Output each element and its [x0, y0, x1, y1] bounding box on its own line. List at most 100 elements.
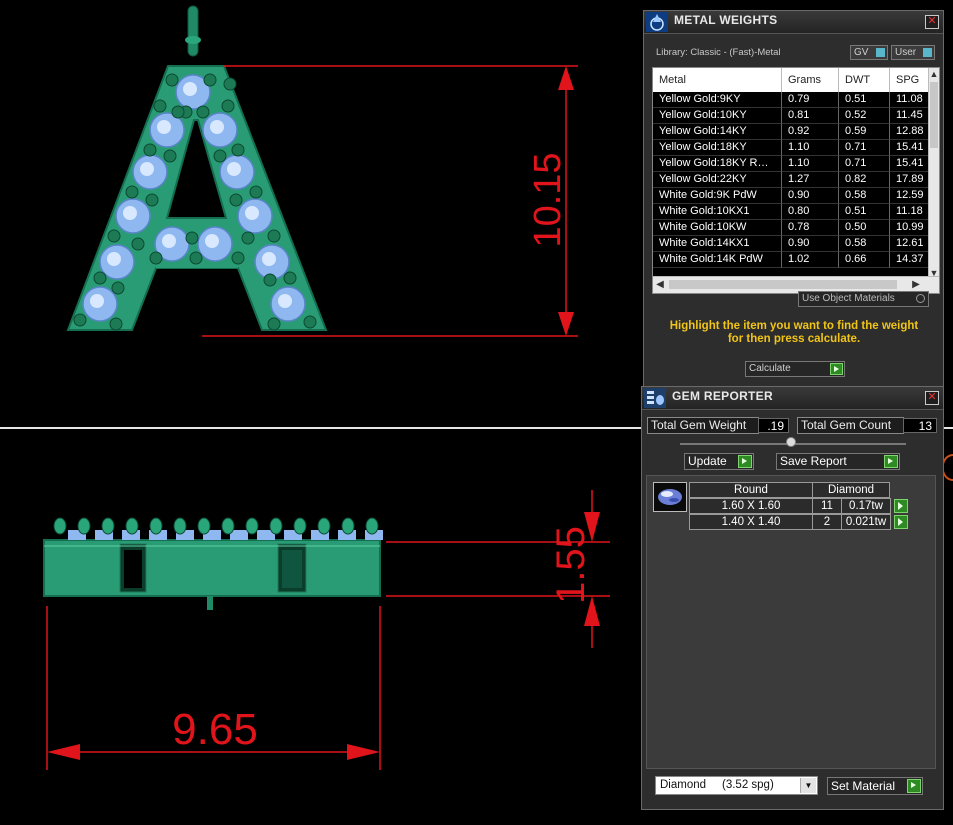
update-button[interactable]: Update: [684, 453, 754, 470]
metal-table-row[interactable]: Yellow Gold:18KY R… 1.10 0.71 15.41: [653, 156, 931, 172]
scroll-up-icon[interactable]: ▲: [929, 68, 939, 80]
prong-bead: [203, 73, 217, 87]
chevron-down-icon[interactable]: ▼: [800, 778, 816, 793]
prong-side: [101, 517, 115, 535]
gem-row-size: 1.60 X 1.60: [689, 498, 813, 514]
save-report-go-icon[interactable]: [884, 455, 898, 468]
gem-highlight: [278, 294, 292, 308]
calculate-button[interactable]: Calculate: [745, 361, 845, 377]
metal-name-cell: Yellow Gold:9KY: [653, 92, 782, 108]
grams-cell: 0.90: [782, 236, 839, 252]
instruction-text-line2: for then press calculate.: [727, 333, 861, 345]
dwt-cell: 0.52: [839, 108, 890, 124]
dwt-cell: 0.71: [839, 140, 890, 156]
prong-bead: [111, 281, 125, 295]
metal-name-cell: Yellow Gold:10KY: [653, 108, 782, 124]
gem-material-select[interactable]: Diamond (3.52 spg) ▼: [655, 776, 818, 795]
use-object-materials-radio[interactable]: [916, 294, 925, 303]
gem-reporter-titlebar[interactable]: GEM REPORTER ✕: [642, 387, 943, 410]
gem-highlight: [205, 234, 219, 248]
spg-cell: 12.61: [890, 236, 931, 252]
metal-table-row[interactable]: White Gold:14KX1 0.90 0.58 12.61: [653, 236, 931, 252]
dwt-cell: 0.51: [839, 92, 890, 108]
gem-highlight: [245, 206, 259, 220]
grams-cell: 0.81: [782, 108, 839, 124]
metal-table-vertical-scrollbar[interactable]: ▲ ▼: [928, 68, 939, 279]
set-material-go-icon[interactable]: [907, 779, 921, 793]
gv-toggle-label: GV: [854, 47, 869, 58]
metal-weights-close-button[interactable]: ✕: [925, 15, 939, 29]
metal-name-cell: White Gold:14K PdW: [653, 252, 782, 268]
gem-reporter-app-icon: [644, 388, 666, 408]
gem-reporter-slider-handle[interactable]: [786, 437, 796, 447]
metal-table-row[interactable]: Yellow Gold:18KY 1.10 0.71 15.41: [653, 140, 931, 156]
column-header-dwt[interactable]: DWT: [839, 68, 890, 92]
spg-cell: 11.18: [890, 204, 931, 220]
gv-toggle[interactable]: GV: [850, 45, 888, 60]
gem-reporter-title: GEM REPORTER: [672, 389, 773, 403]
update-button-label: Update: [688, 454, 727, 468]
metal-weights-title: METAL WEIGHTS: [674, 13, 778, 27]
prong-bead: [229, 193, 243, 207]
prong-bead: [149, 251, 163, 265]
prong-bead: [241, 231, 255, 245]
spg-cell: 12.59: [890, 188, 931, 204]
gem-reporter-panel[interactable]: GEM REPORTER ✕ Total Gem Weight .19 Tota…: [641, 386, 944, 810]
prong-bead: [231, 251, 245, 265]
prong-bead: [303, 315, 317, 329]
prong-side: [221, 517, 235, 535]
dwt-cell: 0.58: [839, 236, 890, 252]
gem-row-select-icon[interactable]: [894, 515, 908, 529]
spg-cell: 17.89: [890, 172, 931, 188]
metal-table-row[interactable]: Yellow Gold:9KY 0.79 0.51 11.08: [653, 92, 931, 108]
gem-row-weight: 0.17tw: [841, 498, 891, 514]
metal-table-row[interactable]: White Gold:10KX1 0.80 0.51 11.18: [653, 204, 931, 220]
dwt-cell: 0.82: [839, 172, 890, 188]
prong-side: [293, 517, 307, 535]
spg-cell: 15.41: [890, 156, 931, 172]
metal-weights-titlebar[interactable]: METAL WEIGHTS ✕: [644, 11, 943, 34]
user-toggle-label: User: [895, 47, 917, 58]
use-object-materials-option[interactable]: Use Object Materials: [798, 291, 929, 307]
total-gem-weight-value: .19: [758, 418, 789, 433]
gem-row-select-icon[interactable]: [894, 499, 908, 513]
prong-bead: [267, 229, 281, 243]
use-object-materials-label: Use Object Materials: [802, 293, 895, 304]
gem-shape-header: Round: [689, 482, 813, 498]
column-header-grams[interactable]: Grams: [782, 68, 839, 92]
save-report-button[interactable]: Save Report: [776, 453, 900, 470]
dwt-cell: 0.66: [839, 252, 890, 268]
metal-table-row[interactable]: Yellow Gold:10KY 0.81 0.52 11.45: [653, 108, 931, 124]
metal-table-row[interactable]: White Gold:10KW 0.78 0.50 10.99: [653, 220, 931, 236]
calculate-go-icon[interactable]: [830, 363, 843, 375]
set-material-button[interactable]: Set Material: [827, 777, 923, 795]
pendant-side-view[interactable]: [43, 539, 381, 610]
dimension-label-thickness: 1.55: [549, 526, 593, 604]
round-gem-icon: [653, 482, 687, 512]
gem-highlight: [140, 162, 154, 176]
horizontal-scroll-thumb[interactable]: [669, 280, 897, 289]
user-toggle[interactable]: User: [891, 45, 935, 60]
metal-name-cell: Yellow Gold:14KY: [653, 124, 782, 140]
metal-table-row[interactable]: Yellow Gold:14KY 0.92 0.59 12.88: [653, 124, 931, 140]
scroll-left-icon[interactable]: ◀: [653, 277, 667, 293]
metal-table-row[interactable]: White Gold:14K PdW 1.02 0.66 14.37: [653, 252, 931, 268]
gem-reporter-close-button[interactable]: ✕: [925, 391, 939, 405]
grams-cell: 0.92: [782, 124, 839, 140]
metal-table-row[interactable]: White Gold:9K PdW 0.90 0.58 12.59: [653, 188, 931, 204]
metal-weights-panel[interactable]: METAL WEIGHTS ✕ Library: Classic - (Fast…: [643, 10, 944, 387]
update-go-icon[interactable]: [738, 455, 752, 468]
prong-side: [341, 517, 355, 535]
gem-report-area[interactable]: Round Diamond 1.60 X 1.60 11 0.17tw 1.40…: [646, 475, 936, 769]
dwt-cell: 0.51: [839, 204, 890, 220]
prong-side: [53, 517, 67, 535]
column-header-metal[interactable]: Metal: [653, 68, 782, 92]
dwt-cell: 0.59: [839, 124, 890, 140]
metal-table-row[interactable]: Yellow Gold:22KY 1.27 0.82 17.89: [653, 172, 931, 188]
prong-bead: [189, 251, 203, 265]
prong-side: [197, 517, 211, 535]
vertical-scroll-thumb[interactable]: [930, 82, 938, 148]
metal-table[interactable]: Metal Grams DWT SPG Yellow Gold:9KY 0.79 0…: [652, 67, 940, 294]
prong-bead: [249, 185, 263, 199]
column-header-spg[interactable]: SPG: [890, 68, 931, 92]
